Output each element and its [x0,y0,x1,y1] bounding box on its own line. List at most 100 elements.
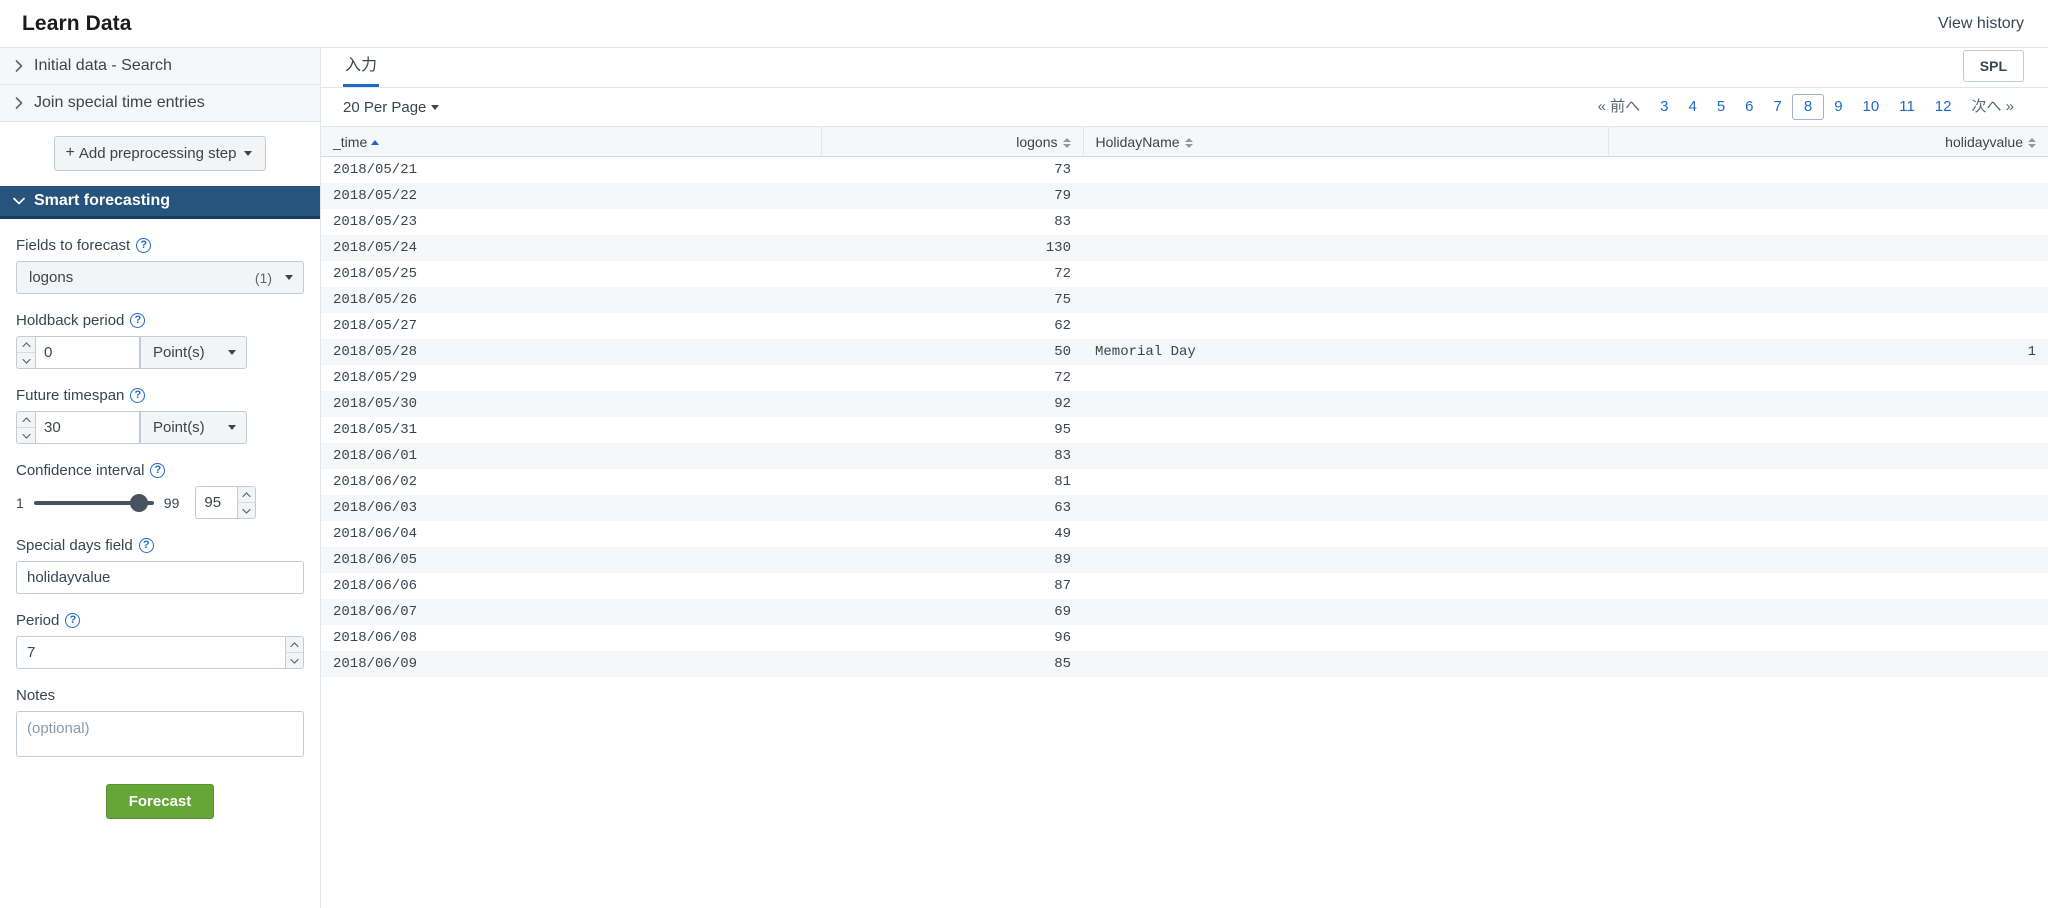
column-header-time[interactable]: _time [321,126,822,157]
cell-logons: 50 [1054,343,1071,360]
cell-holidayvalue [1608,235,2048,261]
future-timespan-stepper-row: Point(s) [16,411,304,444]
sort-ascending-icon [371,140,380,146]
cell-holidayname [1083,391,1608,417]
cell-holidayname [1083,547,1608,573]
period-spinner[interactable] [285,636,304,669]
help-icon[interactable]: ? [150,463,166,478]
table-row: 2018/05/29 72 [321,364,2048,391]
pagination-page-11[interactable]: 11 [1889,95,1925,119]
pagination-page-6[interactable]: 6 [1735,95,1763,119]
cell-logons: 62 [1054,317,1071,334]
table-row: 2018/06/07 69 [321,598,2048,625]
pagination-prev[interactable]: « 前へ [1588,95,1651,119]
cell-logons: 79 [1054,187,1071,204]
help-icon[interactable]: ? [65,613,81,628]
period-input[interactable] [16,636,285,669]
spl-button[interactable]: SPL [1962,49,2024,82]
cell-time: 2018/05/27 [333,317,418,334]
pagination-page-10[interactable]: 10 [1853,95,1890,119]
notes-textarea[interactable] [16,711,304,757]
cell-holidayvalue [1608,209,2048,235]
pagination-page-12[interactable]: 12 [1925,95,1962,119]
sort-icon [2028,137,2036,148]
table-row: 2018/05/27 62 [321,312,2048,339]
spinner-down-icon[interactable] [286,652,303,668]
column-header-logons[interactable]: logons [821,126,1084,157]
spinner-down-icon[interactable] [238,502,256,518]
cell-logons: 130 [1045,239,1071,256]
cell-holidayvalue [1608,469,2048,495]
spinner-down-icon[interactable] [17,352,35,368]
confidence-slider-row: 1 99 [16,486,304,519]
help-icon[interactable]: ? [136,238,152,253]
cell-holidayvalue [1608,183,2048,209]
cell-holidayname [1083,599,1608,625]
chevron-down-icon [228,425,236,430]
field-confidence-interval: Confidence interval ? 1 99 [16,462,304,519]
pagination-page-9[interactable]: 9 [1824,95,1852,119]
period-row [16,636,304,669]
table-body: 2018/05/21 73 2018/05/22 79 2018/05/23 83 2018… [321,156,2048,677]
help-icon[interactable]: ? [130,313,146,328]
special-days-field-input[interactable] [16,561,304,594]
field-label: Confidence interval ? [16,462,304,479]
view-history-link[interactable]: View history [1938,15,2024,33]
table-toolbar: 20 Per Page « 前へ 3 4 5 6 7 8 9 10 11 12 … [321,88,2048,126]
tab-input[interactable]: 入力 [343,51,380,87]
cell-holidayvalue [1608,625,2048,651]
confidence-slider[interactable] [33,493,154,512]
cell-holidayvalue [1608,261,2048,287]
add-preprocessing-step-button[interactable]: + Add preprocessing step [53,136,267,171]
table-row: 2018/06/01 83 [321,442,2048,469]
chevron-right-icon [8,60,30,72]
confidence-interval-input[interactable] [195,486,238,519]
spinner-up-icon[interactable] [238,487,255,502]
future-timespan-spinner[interactable] [16,411,35,444]
cell-logons: 83 [1054,447,1071,464]
table-row: 2018/06/02 81 [321,468,2048,495]
forecast-button[interactable]: Forecast [105,784,215,819]
pagination-page-7[interactable]: 7 [1764,95,1792,119]
spinner-up-icon[interactable] [17,337,35,352]
help-icon[interactable]: ? [130,388,146,403]
per-page-selector[interactable]: 20 Per Page [343,99,440,116]
pagination-page-3[interactable]: 3 [1650,95,1678,119]
pagination: « 前へ 3 4 5 6 7 8 9 10 11 12 次へ » [1588,94,2024,120]
pagination-page-8-active[interactable]: 8 [1791,94,1825,120]
holdback-spinner[interactable] [16,336,35,369]
pagination-page-5[interactable]: 5 [1707,95,1735,119]
holdback-period-input[interactable] [35,336,140,369]
fields-to-forecast-select[interactable]: logons (1) [16,261,304,294]
future-timespan-input[interactable] [35,411,140,444]
cell-logons: 63 [1054,499,1071,516]
sidebar-step-initial-data[interactable]: Initial data - Search [0,48,320,85]
cell-time: 2018/05/24 [333,239,418,256]
help-icon[interactable]: ? [138,538,154,553]
section-smart-forecasting[interactable]: Smart forecasting [0,186,320,219]
cell-holidayname [1083,469,1608,495]
future-timespan-unit-select[interactable]: Point(s) [140,411,247,444]
label-text: Future timespan [16,387,125,404]
table-row: 2018/06/06 87 [321,572,2048,599]
holdback-unit-select[interactable]: Point(s) [140,336,247,369]
column-header-holidayvalue[interactable]: holidayvalue [1608,126,2048,157]
label-text: Period [16,612,60,629]
pagination-page-4[interactable]: 4 [1678,95,1706,119]
spinner-up-icon[interactable] [286,637,303,652]
spinner-down-icon[interactable] [17,427,35,443]
pagination-next[interactable]: 次へ » [1961,95,2024,119]
cell-time: 2018/05/28 [333,343,418,360]
cell-holidayname [1083,651,1608,677]
cell-logons: 92 [1054,395,1071,412]
slider-handle[interactable] [129,493,148,512]
spinner-up-icon[interactable] [17,412,35,427]
sidebar-step-join-special-time-entries[interactable]: Join special time entries [0,85,320,122]
label-text: Confidence interval [16,462,145,479]
column-header-holidayname[interactable]: HolidayName [1083,126,1609,157]
cell-holidayvalue [1608,391,2048,417]
field-notes: Notes [16,687,304,762]
confidence-spinner[interactable] [237,486,257,519]
sort-icon [1062,137,1071,148]
table-row: 2018/06/03 63 [321,494,2048,521]
